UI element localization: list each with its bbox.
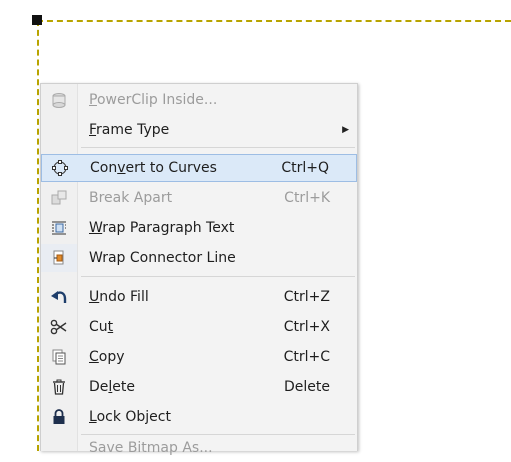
menu-item-label: Wrap Paragraph Text bbox=[89, 220, 235, 236]
selection-frame-left bbox=[37, 20, 39, 451]
selection-frame-top bbox=[37, 20, 511, 22]
menu-separator bbox=[81, 147, 355, 148]
menu-item-label: Wrap Connector Line bbox=[89, 250, 236, 266]
menu-item-cut[interactable]: Cut Ctrl+X bbox=[41, 313, 357, 341]
lock-icon bbox=[41, 403, 77, 431]
wrap-connector-icon bbox=[41, 244, 77, 272]
menu-item-label: Undo Fill bbox=[89, 289, 149, 305]
menu-item-frame-type[interactable]: Frame Type ▶ bbox=[41, 116, 357, 144]
menu-item-copy[interactable]: Copy Ctrl+C bbox=[41, 343, 357, 371]
submenu-arrow-icon: ▶ bbox=[342, 125, 349, 135]
menu-item-wrap-paragraph-text[interactable]: Wrap Paragraph Text bbox=[41, 214, 357, 242]
menu-item-label: Break Apart bbox=[89, 190, 173, 206]
menu-item-shortcut: Ctrl+X bbox=[283, 319, 330, 335]
menu-item-convert-to-curves[interactable]: Convert to Curves Ctrl+Q bbox=[41, 154, 357, 182]
menu-item-label: Frame Type bbox=[89, 122, 170, 138]
break-apart-icon bbox=[41, 184, 77, 212]
menu-item-shortcut: Delete bbox=[284, 379, 330, 395]
menu-item-delete[interactable]: Delete Delete bbox=[41, 373, 357, 401]
menu-item-label: PowerClip Inside... bbox=[89, 92, 218, 108]
menu-item-label: Save Bitmap As... bbox=[89, 440, 213, 456]
powerclip-icon bbox=[41, 86, 77, 114]
menu-item-wrap-connector-line[interactable]: Wrap Connector Line bbox=[41, 244, 357, 272]
copy-icon bbox=[41, 343, 77, 371]
scissors-icon bbox=[41, 313, 77, 341]
menu-item-undo-fill[interactable]: Undo Fill Ctrl+Z bbox=[41, 283, 357, 311]
menu-item-shortcut: Ctrl+Q bbox=[281, 160, 329, 176]
menu-item-shortcut: Ctrl+K bbox=[284, 190, 330, 206]
menu-item-break-apart[interactable]: Break Apart Ctrl+K bbox=[41, 184, 357, 212]
menu-item-label: Cut bbox=[89, 319, 114, 335]
menu-item-shortcut: Ctrl+Z bbox=[283, 289, 330, 305]
undo-icon bbox=[41, 283, 77, 311]
menu-item-save-bitmap-as[interactable]: Save Bitmap As... bbox=[41, 434, 357, 462]
wrap-text-icon bbox=[41, 214, 77, 242]
menu-item-label: Copy bbox=[89, 349, 125, 365]
trash-icon bbox=[41, 373, 77, 401]
menu-item-label: Delete bbox=[89, 379, 136, 395]
convert-curves-icon bbox=[42, 154, 78, 182]
menu-item-label: Lock Object bbox=[89, 409, 171, 425]
selection-handle[interactable] bbox=[32, 15, 42, 25]
context-menu: PowerClip Inside... Frame Type ▶ Convert… bbox=[40, 83, 358, 456]
menu-item-label: Convert to Curves bbox=[90, 160, 217, 176]
menu-item-lock-object[interactable]: Lock Object bbox=[41, 403, 357, 431]
menu-item-powerclip-inside[interactable]: PowerClip Inside... bbox=[41, 86, 357, 114]
menu-item-shortcut: Ctrl+C bbox=[283, 349, 330, 365]
menu-separator bbox=[81, 276, 355, 277]
